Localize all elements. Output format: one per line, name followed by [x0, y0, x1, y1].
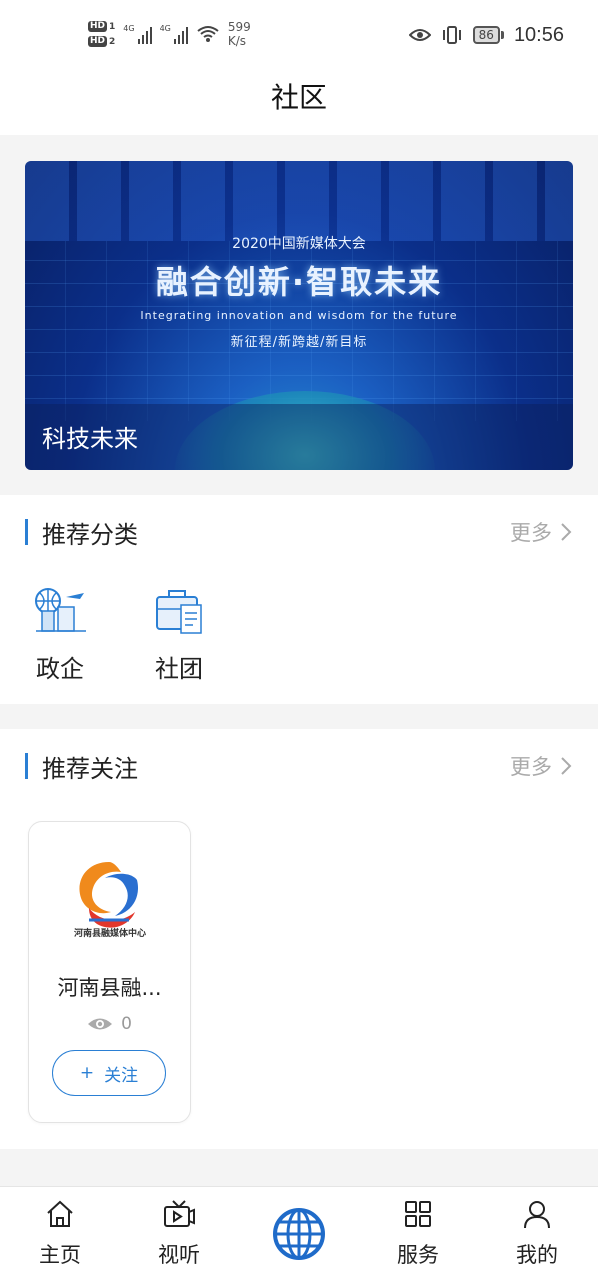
follow-card[interactable]: 河南县融媒体中心 河南县融... 0 + 关注 [28, 821, 191, 1123]
title-bar: 社区 [0, 68, 598, 135]
more-link[interactable]: 更多 [510, 517, 572, 547]
hd2-label: HD [88, 36, 108, 47]
nav-label: 服务 [397, 1243, 439, 1267]
eye-comfort-icon [408, 29, 431, 41]
chevron-right-icon [561, 523, 572, 541]
grid-icon [405, 1201, 431, 1227]
section-title: 推荐分类 [42, 521, 138, 549]
nav-label: 视听 [158, 1243, 200, 1267]
hd1-indicator: HD 1 [88, 21, 115, 32]
banner-area: 2020中国新媒体大会 融合创新·智取未来 Integrating innova… [0, 135, 598, 495]
page-title: 社区 [270, 81, 327, 114]
video-icon [164, 1200, 195, 1227]
net-speed-value: 599 [227, 20, 251, 34]
card-name: 河南县融... [57, 976, 162, 1000]
banner-carousel[interactable]: 2020中国新媒体大会 融合创新·智取未来 Integrating innova… [25, 161, 573, 470]
hd2-indicator: HD 2 [88, 36, 115, 47]
net2-label: 4G [159, 24, 171, 33]
section-title: 推荐关注 [42, 755, 138, 783]
category-item-club[interactable]: 社团 [134, 585, 224, 684]
section-accent-bar [25, 753, 28, 779]
banner-english: Integrating innovation and wisdom for th… [140, 309, 458, 322]
banner-subtitle: 2020中国新媒体大会 [232, 236, 366, 252]
hd1-sub: 1 [109, 21, 116, 32]
category-label: 政企 [36, 655, 84, 683]
wifi-icon [197, 26, 219, 42]
status-left: HD 1 HD 2 4G 4G 599 K/s [88, 16, 251, 52]
category-label: 社团 [155, 655, 203, 683]
plus-icon: + [79, 1063, 95, 1083]
view-count: 0 [29, 1014, 190, 1034]
section-header: 推荐分类 更多 [0, 495, 598, 571]
eye-icon [88, 1018, 113, 1030]
more-link[interactable]: 更多 [510, 751, 572, 781]
signal2-icon: 4G [160, 24, 188, 44]
user-icon [524, 1201, 550, 1229]
logo-text: 河南县融媒体中心 [73, 929, 146, 939]
nav-item-video[interactable]: 视听 [139, 1197, 219, 1269]
battery-level: 86 [472, 26, 500, 44]
more-label: 更多 [510, 521, 552, 545]
banner-tiles-decoration [25, 161, 573, 241]
recommended-follow-section: 推荐关注 更多 河南县融媒体中心 河南县融... 0 + 关注 [0, 729, 598, 1149]
signal-icon: 4G [123, 24, 152, 44]
bottom-nav: 主页 视听 服务 我的 [0, 1186, 598, 1280]
nav-item-home[interactable]: 主页 [20, 1197, 100, 1269]
hd1-label: HD [88, 21, 108, 32]
banner-slogan: 新征程/新跨越/新目标 [230, 335, 368, 350]
vibrate-icon [442, 26, 461, 44]
status-right: 86 10:56 [408, 22, 564, 48]
status-bar: HD 1 HD 2 4G 4G 599 K/s 86 10:56 [0, 0, 598, 68]
section-accent-bar [25, 519, 28, 545]
banner-caption: 科技未来 [42, 425, 138, 453]
more-label: 更多 [510, 755, 552, 779]
hd2-sub: 2 [109, 36, 116, 47]
net-speed: 599 K/s [228, 20, 251, 48]
category-item-gov[interactable]: 政企 [15, 585, 105, 684]
briefcase-icon [156, 590, 202, 634]
battery-icon: 86 [472, 26, 504, 44]
globe-buildings-icon [35, 588, 86, 632]
nav-item-service[interactable]: 服务 [378, 1197, 458, 1269]
recommended-categories-section: 推荐分类 更多 政企 社团 [0, 495, 598, 704]
hd-indicators: HD 1 HD 2 [88, 21, 115, 47]
home-icon [47, 1200, 73, 1227]
nav-item-mine[interactable]: 我的 [497, 1197, 577, 1269]
banner-headline: 融合创新·智取未来 [155, 263, 443, 301]
view-count-value: 0 [121, 1014, 132, 1034]
net1-label: 4G [123, 24, 135, 33]
follow-button[interactable]: + 关注 [52, 1050, 166, 1096]
follow-label: 关注 [104, 1065, 139, 1086]
chevron-right-icon [561, 757, 572, 775]
net-speed-unit: K/s [227, 34, 247, 48]
globe-icon[interactable] [272, 1207, 326, 1261]
section-header: 推荐关注 更多 [0, 729, 598, 805]
nav-label: 主页 [39, 1243, 81, 1267]
nav-label: 我的 [516, 1243, 558, 1267]
clock: 10:56 [513, 23, 564, 46]
